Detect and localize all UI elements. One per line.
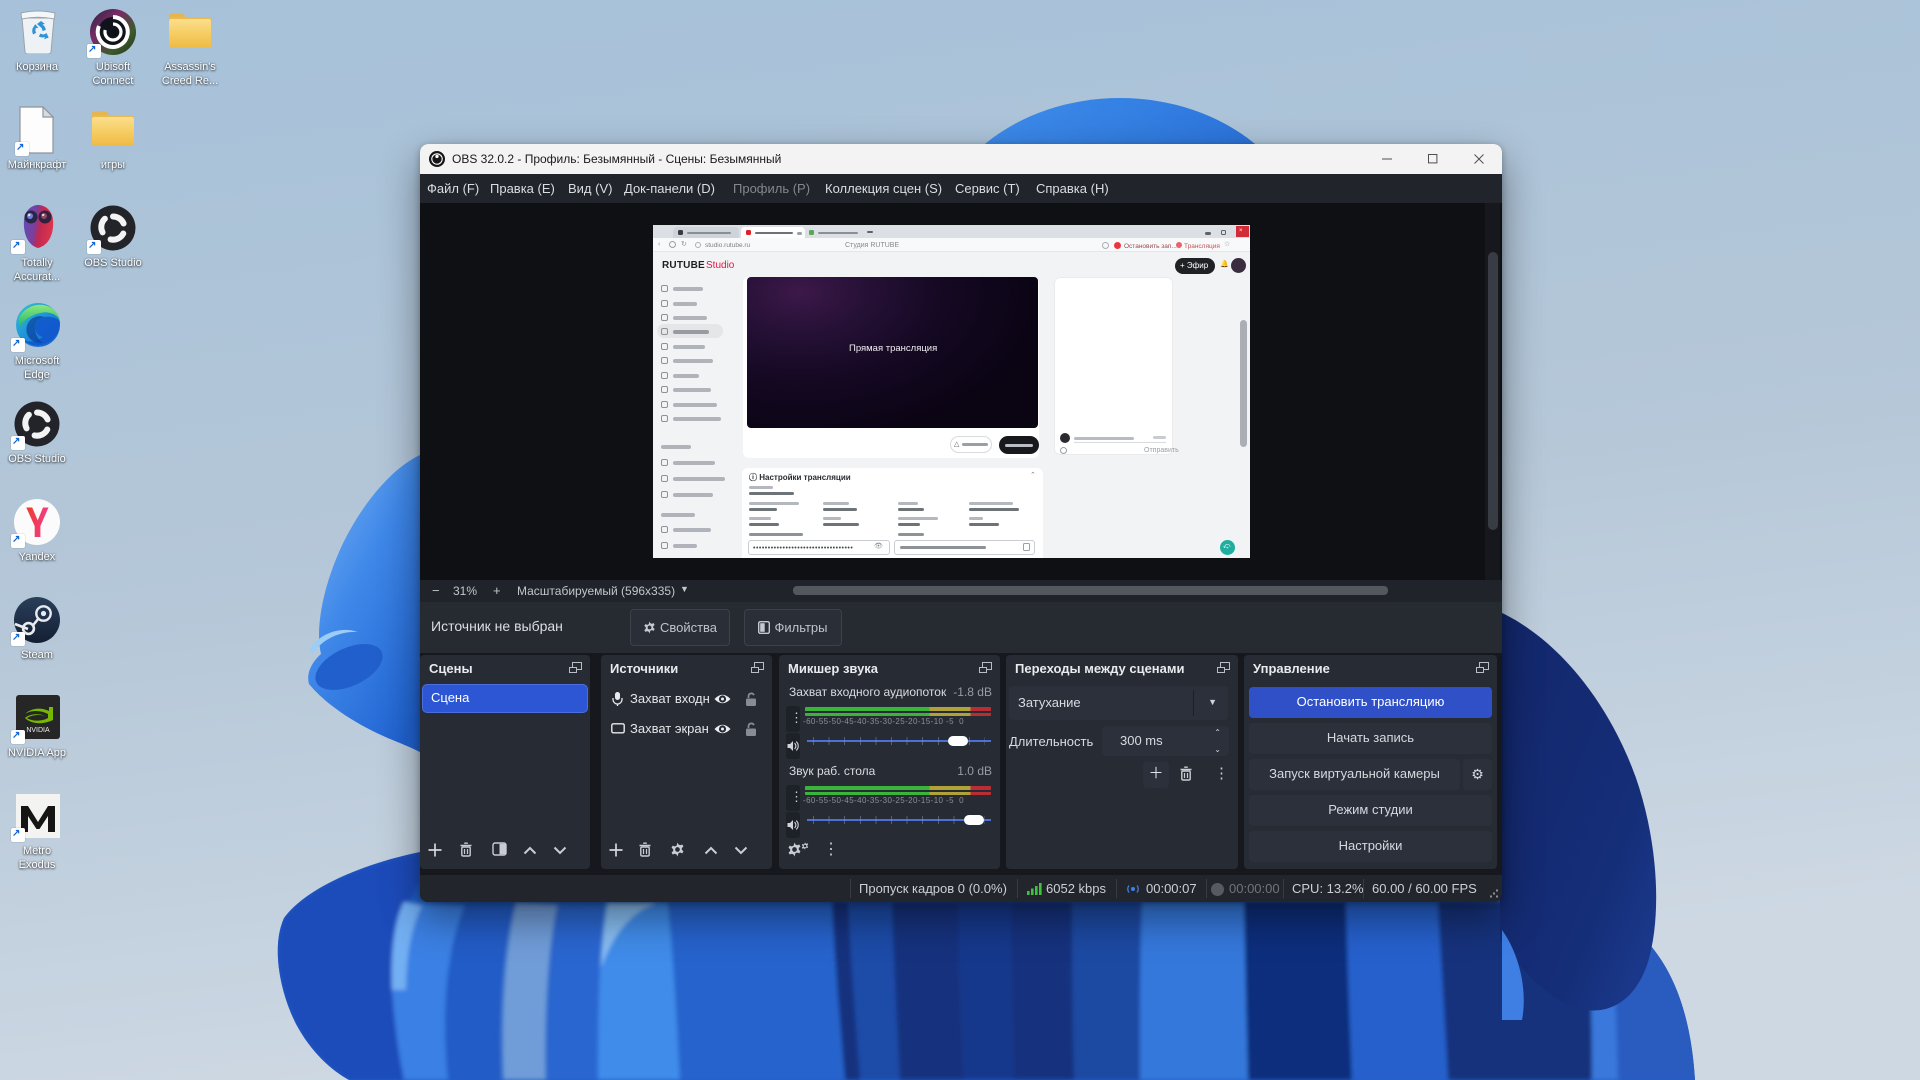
svg-text:NVIDIA: NVIDIA [26, 727, 50, 734]
